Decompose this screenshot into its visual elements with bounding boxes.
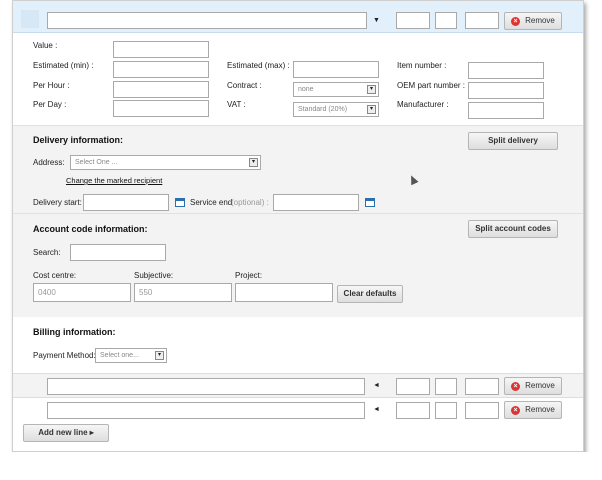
line-description-input[interactable] (47, 12, 367, 29)
line-row: ◄ × Remove (13, 373, 583, 397)
estimated-min-label: Estimated (min) : (33, 61, 94, 70)
per-hour-input[interactable] (113, 81, 209, 98)
delivery-section: Delivery information: Split delivery Add… (13, 125, 583, 213)
item-details-section: Value : Estimated (min) : Estimated (max… (13, 33, 583, 125)
collapse-arrow-icon[interactable]: ◄ (373, 382, 380, 389)
per-day-input[interactable] (113, 100, 209, 117)
remove-label: Remove (525, 405, 555, 414)
item-number-label: Item number : (397, 61, 447, 70)
remove-icon: × (511, 382, 520, 391)
account-section: Account code information: Split account … (13, 213, 583, 317)
address-select[interactable]: Select One ... ▾ (70, 155, 261, 170)
delivery-heading: Delivery information: (33, 135, 124, 145)
optional-label: (optional) : (231, 198, 269, 207)
clear-defaults-button[interactable]: Clear defaults (337, 285, 403, 303)
row-handle[interactable] (21, 10, 39, 28)
estimated-max-input[interactable] (293, 61, 379, 78)
per-day-label: Per Day : (33, 100, 67, 109)
line-qty-input[interactable] (396, 378, 430, 395)
torn-edge (0, 452, 602, 480)
payment-placeholder: Select one... (100, 352, 139, 359)
address-label: Address: (33, 158, 65, 167)
line-unit-input[interactable] (435, 402, 457, 419)
line-price-input[interactable] (465, 12, 499, 29)
billing-heading: Billing information: (33, 327, 116, 337)
item-number-input[interactable] (468, 62, 544, 79)
change-recipient-link[interactable]: Change the marked recipient (66, 176, 162, 185)
subjective-input[interactable] (134, 283, 232, 302)
add-new-line-button[interactable]: Add new line ▸ (23, 424, 109, 442)
line-unit-input[interactable] (435, 12, 457, 29)
chevron-down-icon: ▾ (155, 351, 164, 360)
delivery-start-input[interactable] (83, 194, 169, 211)
line-price-input[interactable] (465, 378, 499, 395)
line-description-input[interactable] (47, 402, 365, 419)
split-account-codes-button[interactable]: Split account codes (468, 220, 558, 238)
estimated-min-input[interactable] (113, 61, 209, 78)
chevron-down-icon: ▾ (249, 158, 258, 167)
oem-label: OEM part number : (397, 81, 466, 90)
remove-label: Remove (525, 381, 555, 390)
value-label: Value : (33, 41, 58, 50)
account-heading: Account code information: (33, 224, 148, 234)
remove-line-button[interactable]: × Remove (504, 401, 562, 419)
cost-centre-label: Cost centre: (33, 271, 77, 280)
line-qty-input[interactable] (396, 402, 430, 419)
remove-icon: × (511, 17, 520, 26)
expand-arrow-icon[interactable]: ▼ (373, 17, 380, 24)
contract-select[interactable]: none ▾ (293, 82, 379, 97)
project-input[interactable] (235, 283, 333, 302)
line-qty-input[interactable] (396, 12, 430, 29)
line-price-input[interactable] (465, 402, 499, 419)
manufacturer-input[interactable] (468, 102, 544, 119)
mouse-cursor-icon (407, 173, 419, 186)
vat-select[interactable]: Standard (20%) ▾ (293, 102, 379, 117)
calendar-icon[interactable] (175, 198, 185, 207)
remove-line-button[interactable]: × Remove (504, 12, 562, 30)
contract-label: Contract : (227, 81, 262, 90)
line-description-input[interactable] (47, 378, 365, 395)
window-frame: ▼ × Remove Value : Estimated (min) : Est… (12, 0, 584, 452)
account-search-input[interactable] (70, 244, 166, 261)
split-delivery-button[interactable]: Split delivery (468, 132, 558, 150)
payment-method-label: Payment Method: (33, 351, 96, 360)
contract-value: none (298, 86, 314, 93)
service-end-label: Service end (190, 198, 233, 207)
billing-section: Billing information: Payment Method: Sel… (13, 317, 583, 371)
search-label: Search: (33, 248, 61, 257)
estimated-max-label: Estimated (max) : (227, 61, 290, 70)
value-input[interactable] (113, 41, 209, 58)
collapse-arrow-icon[interactable]: ◄ (373, 406, 380, 413)
vat-label: VAT : (227, 100, 246, 109)
cost-centre-input[interactable] (33, 283, 131, 302)
line-row: ◄ × Remove (13, 397, 583, 421)
remove-line-button[interactable]: × Remove (504, 377, 562, 395)
line-unit-input[interactable] (435, 378, 457, 395)
remove-label: Remove (525, 16, 555, 25)
remove-icon: × (511, 406, 520, 415)
manufacturer-label: Manufacturer : (397, 100, 449, 109)
chevron-down-icon: ▾ (367, 105, 376, 114)
service-end-input[interactable] (273, 194, 359, 211)
delivery-start-label: Delivery start: (33, 198, 82, 207)
vat-value: Standard (20%) (298, 106, 348, 113)
selected-line-row: ▼ × Remove (13, 1, 583, 33)
address-placeholder: Select One ... (75, 159, 118, 166)
payment-method-select[interactable]: Select one... ▾ (95, 348, 167, 363)
oem-input[interactable] (468, 82, 544, 99)
project-label: Project: (235, 271, 263, 280)
calendar-icon[interactable] (365, 198, 375, 207)
subjective-label: Subjective: (134, 271, 174, 280)
per-hour-label: Per Hour : (33, 81, 70, 90)
chevron-down-icon: ▾ (367, 85, 376, 94)
